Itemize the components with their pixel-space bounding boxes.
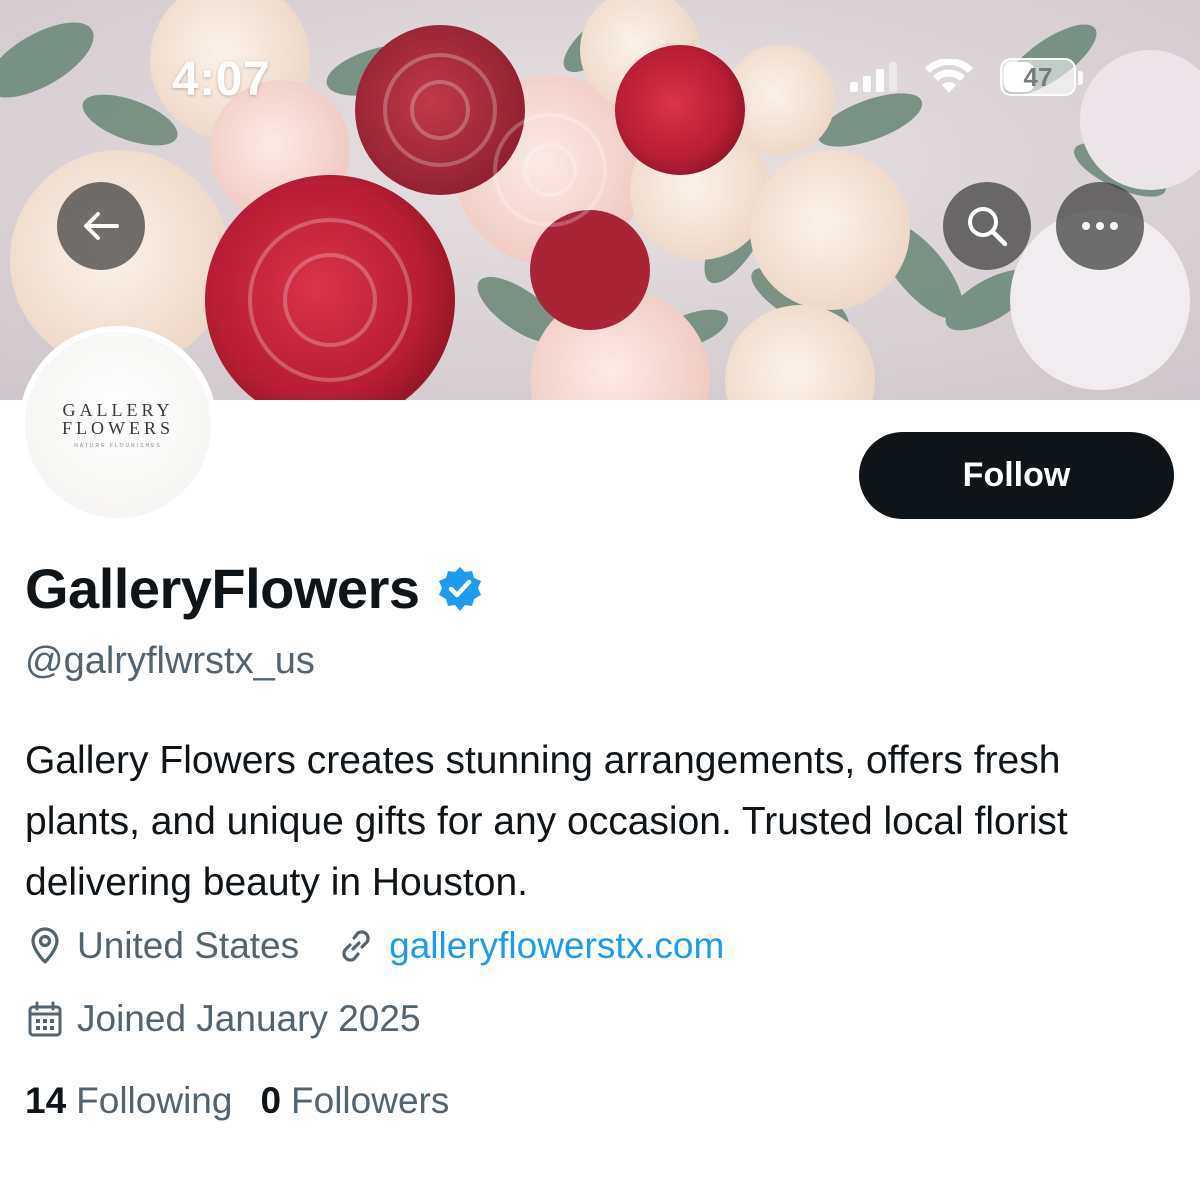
search-icon: [968, 207, 1008, 247]
following-label: Following: [76, 1080, 233, 1121]
followers-stat[interactable]: 0 Followers: [260, 1080, 449, 1122]
calendar-icon: [28, 1001, 62, 1037]
joined-item: Joined January 2025: [25, 998, 421, 1040]
joined-row: Joined January 2025: [25, 998, 421, 1040]
battery-percentage: 47: [1023, 61, 1053, 92]
followers-label: Followers: [291, 1080, 450, 1121]
follow-stats: 14 Following 0 Followers: [25, 1080, 477, 1122]
link-icon: [342, 930, 370, 962]
location-pin-icon: [31, 927, 59, 964]
website-item[interactable]: galleryflowerstx.com: [335, 925, 724, 967]
following-stat[interactable]: 14 Following: [25, 1080, 232, 1122]
status-icons: 47: [850, 58, 1083, 96]
logo-tagline: NATURE FLOURISHES: [74, 443, 162, 449]
display-name: GalleryFlowers: [25, 557, 420, 620]
back-button[interactable]: [57, 182, 145, 270]
logo-text-line2: FLOWERS: [61, 418, 174, 438]
battery-nub: [1078, 71, 1083, 85]
followers-count: 0: [260, 1080, 282, 1121]
more-options-button[interactable]: [1056, 182, 1144, 270]
profile-meta-row: United States galleryflowerstx.com: [25, 925, 724, 967]
more-options-icon: [1082, 222, 1118, 230]
wifi-icon: [925, 59, 973, 93]
joined-text: Joined January 2025: [77, 998, 421, 1039]
profile-bio: Gallery Flowers creates stunning arrange…: [25, 739, 1068, 904]
search-button[interactable]: [943, 182, 1031, 270]
location-text: United States: [77, 925, 300, 966]
cellular-signal-icon: [850, 62, 897, 92]
website-link[interactable]: galleryflowerstx.com: [389, 925, 724, 967]
location-item: United States: [25, 925, 299, 967]
profile-avatar[interactable]: GALLERY FLOWERS NATURE FLOURISHES: [19, 326, 217, 524]
follow-button[interactable]: Follow: [859, 432, 1174, 519]
logo-text-line1: GALLERY: [62, 400, 174, 420]
display-name-row: GalleryFlowers: [25, 556, 484, 621]
user-handle: @galryflwrstx_us: [25, 640, 315, 682]
status-time: 4:07: [172, 53, 271, 106]
verified-badge-icon[interactable]: [436, 565, 484, 613]
profile-banner[interactable]: 4:07 47: [0, 0, 1200, 400]
following-count: 14: [25, 1080, 67, 1121]
battery-indicator: 47: [1000, 58, 1083, 96]
avatar-logo: GALLERY FLOWERS NATURE FLOURISHES: [25, 332, 211, 518]
back-arrow-icon: [84, 212, 119, 240]
